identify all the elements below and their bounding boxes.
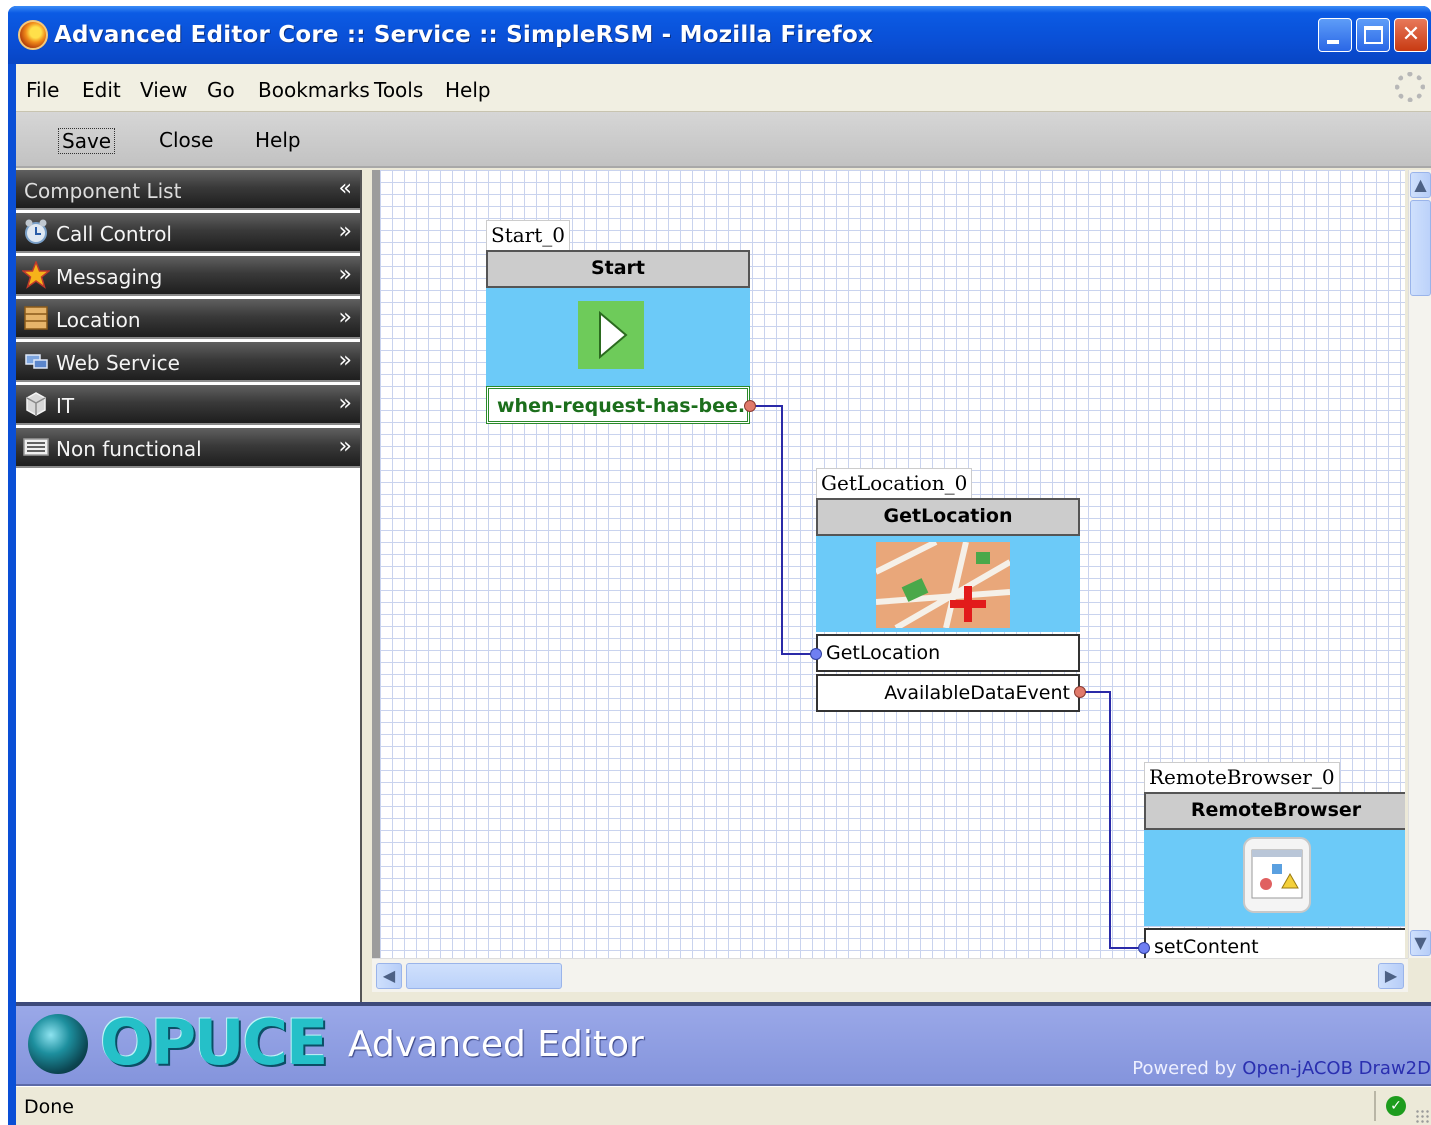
- remotebrowser-component[interactable]: RemoteBrowser_0 RemoteBrowser setContent: [1138, 762, 1405, 958]
- title-bar[interactable]: Advanced Editor Core :: Service :: Simpl…: [8, 6, 1431, 64]
- horizontal-scrollbar[interactable]: ◀ ▶: [372, 958, 1408, 992]
- category-location[interactable]: Location »: [16, 299, 360, 339]
- category-web-service[interactable]: Web Service »: [16, 342, 360, 382]
- component-title: RemoteBrowser: [1144, 792, 1405, 830]
- editor-toolbar: Save Close Help: [16, 112, 1431, 168]
- draw2d-link[interactable]: Open-jACOB Draw2D: [1242, 1058, 1431, 1079]
- component-body: [486, 288, 750, 386]
- scroll-right-arrow-icon[interactable]: ▶: [1378, 963, 1404, 989]
- category-non-functional[interactable]: Non functional »: [16, 428, 360, 468]
- category-label: Location: [56, 308, 141, 332]
- menu-edit[interactable]: Edit: [82, 78, 121, 102]
- category-label: Web Service: [56, 351, 180, 375]
- help-button[interactable]: Help: [252, 128, 304, 152]
- connection-getlocation-to-remotebrowser: [1081, 691, 1144, 949]
- security-ok-icon: ✓: [1386, 1096, 1406, 1116]
- output-port-connector[interactable]: [744, 400, 756, 412]
- category-call-control[interactable]: Call Control »: [16, 213, 360, 253]
- resize-grip-icon[interactable]: [1415, 1109, 1429, 1123]
- alarm-clock-icon: [25, 219, 47, 244]
- menu-file[interactable]: File: [26, 78, 59, 102]
- close-window-button[interactable]: ✕: [1394, 18, 1428, 52]
- activity-throbber-icon: [1395, 72, 1425, 102]
- network-icon: [25, 354, 48, 369]
- banner-title: Advanced Editor: [348, 1024, 644, 1065]
- category-messaging[interactable]: Messaging »: [16, 256, 360, 296]
- menu-view[interactable]: View: [140, 78, 187, 102]
- scroll-down-arrow-icon[interactable]: ▼: [1410, 930, 1431, 956]
- vertical-scrollbar[interactable]: ▲ ▼: [1408, 170, 1431, 958]
- output-port-label[interactable]: AvailableDataEvent: [816, 674, 1080, 712]
- category-label: IT: [56, 394, 75, 418]
- play-icon: [578, 301, 644, 369]
- component-title: Start: [486, 250, 750, 288]
- status-text: Done: [24, 1096, 74, 1118]
- close-button[interactable]: Close: [156, 128, 216, 152]
- component-list-title: Component List: [24, 179, 182, 203]
- window-title: Advanced Editor Core :: Service :: Simpl…: [54, 22, 874, 48]
- expand-chevron-icon: »: [338, 219, 352, 244]
- save-button[interactable]: Save: [58, 128, 116, 154]
- close-icon: ✕: [1401, 22, 1421, 47]
- server-icon: [26, 392, 46, 416]
- component-list-body: [16, 470, 360, 1002]
- powered-by-credit: Powered by Open-jACOB Draw2D: [1132, 1058, 1431, 1079]
- workflow-canvas[interactable]: Start_0 Start when-request-has-bee... Ge…: [372, 170, 1405, 958]
- component-body: [1144, 830, 1405, 926]
- expand-chevron-icon: »: [338, 262, 352, 287]
- firefox-icon: [18, 20, 48, 50]
- firefox-window: Advanced Editor Core :: Service :: Simpl…: [8, 6, 1431, 1125]
- status-divider: [1374, 1091, 1376, 1121]
- category-label: Non functional: [56, 437, 202, 461]
- opuce-logo: OPUCE: [100, 1006, 328, 1079]
- category-it[interactable]: IT »: [16, 385, 360, 425]
- maximize-button[interactable]: [1356, 18, 1390, 52]
- scroll-up-arrow-icon[interactable]: ▲: [1410, 172, 1431, 198]
- powered-by-label: Powered by: [1132, 1058, 1243, 1079]
- getlocation-component[interactable]: GetLocation_0 GetLocation GetLocation Av…: [810, 468, 1086, 712]
- component-title: GetLocation: [816, 498, 1080, 536]
- expand-chevron-icon: »: [338, 348, 352, 373]
- input-port-connector[interactable]: [1138, 942, 1150, 954]
- keyboard-icon: [23, 438, 49, 456]
- component-list-panel: Component List « Call Control » Messagin…: [16, 170, 362, 1002]
- category-label: Call Control: [56, 222, 172, 246]
- horizontal-scroll-thumb[interactable]: [406, 963, 562, 989]
- input-port-label[interactable]: GetLocation: [816, 634, 1080, 672]
- connection-start-to-getlocation: [750, 405, 816, 655]
- instance-name: RemoteBrowser_0: [1144, 762, 1340, 792]
- start-component[interactable]: Start_0 Start when-request-has-bee...: [486, 220, 756, 426]
- browser-window-icon: [1243, 837, 1311, 913]
- output-port-connector[interactable]: [1074, 686, 1086, 698]
- instance-name: GetLocation_0: [816, 468, 973, 498]
- output-port-label[interactable]: when-request-has-bee...: [486, 386, 750, 424]
- status-bar: Done ✓: [16, 1086, 1431, 1125]
- menu-tools[interactable]: Tools: [374, 78, 423, 102]
- globe-logo-icon: [28, 1014, 88, 1074]
- expand-chevron-icon: »: [338, 391, 352, 416]
- star-icon: [22, 261, 50, 289]
- opuce-banner: OPUCE Advanced Editor Powered by Open-jA…: [16, 1002, 1431, 1086]
- category-label: Messaging: [56, 265, 163, 289]
- component-body: [816, 536, 1080, 632]
- menu-bar: File Edit View Go Bookmarks Tools Help: [16, 64, 1431, 112]
- expand-chevron-icon: »: [338, 305, 352, 330]
- minimize-button[interactable]: [1318, 18, 1352, 52]
- menu-bookmarks[interactable]: Bookmarks: [258, 78, 370, 102]
- maximize-icon: [1364, 26, 1383, 44]
- menu-go[interactable]: Go: [207, 78, 235, 102]
- scroll-left-arrow-icon[interactable]: ◀: [376, 963, 402, 989]
- menu-help[interactable]: Help: [445, 78, 491, 102]
- input-port-label[interactable]: setContent: [1144, 928, 1405, 958]
- component-list-header[interactable]: Component List «: [16, 170, 360, 210]
- browser-client-area: File Edit View Go Bookmarks Tools Help S…: [16, 64, 1431, 1125]
- street-map-icon: [876, 542, 1010, 628]
- map-icon: [24, 306, 48, 330]
- instance-name: Start_0: [486, 220, 570, 250]
- input-port-connector[interactable]: [810, 648, 822, 660]
- minimize-icon: [1327, 40, 1339, 44]
- collapse-panel-icon[interactable]: «: [339, 176, 352, 201]
- vertical-scroll-thumb[interactable]: [1410, 200, 1431, 296]
- expand-chevron-icon: »: [338, 434, 352, 459]
